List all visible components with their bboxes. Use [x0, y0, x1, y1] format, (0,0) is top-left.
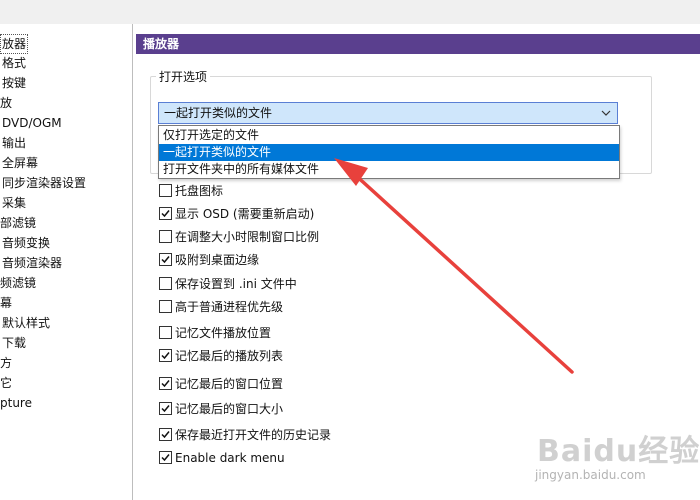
- tree-item-tweaks[interactable]: 方: [0, 354, 12, 372]
- checkbox-label: 保存设置到 .ini 文件中: [175, 277, 297, 291]
- dropdown-option-selected-file[interactable]: 仅打开选定的文件: [159, 127, 619, 144]
- tree-item-keys[interactable]: 按键: [2, 74, 26, 92]
- checkbox-label: 保存最近打开文件的历史记录: [175, 428, 332, 442]
- checkbox-label: 吸附到桌面边缘: [175, 253, 260, 267]
- page-title: 播放器: [136, 34, 700, 54]
- checkbox-box[interactable]: [159, 253, 172, 266]
- tree-item-download[interactable]: 下载: [2, 334, 26, 352]
- tree-item-playback[interactable]: 放: [0, 94, 12, 112]
- checkbox-label: 高于普通进程优先级: [175, 300, 284, 314]
- baidu-watermark: Baidu经验 jingyan.baidu.com: [525, 418, 699, 490]
- open-options-title: 打开选项: [156, 69, 211, 85]
- dropdown-option-folder-media[interactable]: 打开文件夹中的所有媒体文件: [159, 161, 619, 178]
- checkbox-box[interactable]: [159, 377, 172, 390]
- tree-item-audio-renderer[interactable]: 音频渲染器: [2, 254, 62, 272]
- tree-item-sync-renderer[interactable]: 同步渲染器设置: [2, 174, 86, 192]
- settings-tree[interactable]: 放器 格式 按键 放 DVD/OGM 输出 全屏幕 同步渲染器设置 采集 部滤镜…: [0, 24, 133, 500]
- checkmark-icon: [161, 405, 170, 413]
- top-bar: [0, 0, 700, 24]
- tree-item-default-style[interactable]: 默认样式: [2, 314, 50, 332]
- checkbox-box[interactable]: [159, 428, 172, 441]
- checkbox-box[interactable]: [159, 207, 172, 220]
- checkbox-box[interactable]: [159, 300, 172, 313]
- checkmark-icon: [161, 431, 170, 439]
- tree-item-misc[interactable]: 它: [0, 374, 12, 392]
- dropdown-option-similar-files[interactable]: 一起打开类似的文件: [159, 144, 619, 161]
- tree-item-player[interactable]: 放器: [0, 34, 29, 54]
- checkbox-label: 在调整大小时限制窗口比例: [175, 230, 320, 244]
- checkbox-box[interactable]: [159, 349, 172, 362]
- checkbox-box[interactable]: [159, 451, 172, 464]
- tree-item-audio-switcher[interactable]: 音频变换: [2, 234, 50, 252]
- tree-item-capture-ext[interactable]: pture: [0, 394, 32, 412]
- tree-item-capture[interactable]: 采集: [2, 194, 26, 212]
- tree-item-formats[interactable]: 格式: [2, 54, 26, 72]
- checkbox-box[interactable]: [159, 326, 172, 339]
- tree-item-dvd-ogm[interactable]: DVD/OGM: [2, 114, 62, 132]
- checkbox-label: 记忆最后的窗口大小: [175, 402, 284, 416]
- watermark-brand: Baidu经验: [537, 434, 700, 469]
- checkmark-icon: [161, 380, 170, 388]
- tree-item-output[interactable]: 输出: [2, 134, 26, 152]
- tree-item-external-filters[interactable]: 部滤镜: [0, 214, 36, 232]
- chevron-down-icon[interactable]: [600, 106, 612, 120]
- checkbox-box[interactable]: [159, 184, 172, 197]
- tree-item-subtitles[interactable]: 幕: [0, 294, 12, 312]
- watermark-url: jingyan.baidu.com: [535, 468, 646, 482]
- checkbox-box[interactable]: [159, 277, 172, 290]
- checkbox-label: 托盘图标: [175, 184, 224, 198]
- open-mode-combobox[interactable]: 一起打开类似的文件: [158, 102, 618, 124]
- checkbox-label: 记忆最后的窗口位置: [175, 377, 284, 391]
- tree-item-video-filters[interactable]: 频滤镜: [0, 274, 36, 292]
- checkbox-box[interactable]: [159, 230, 172, 243]
- checkmark-icon: [161, 352, 170, 360]
- checkbox-box[interactable]: [159, 402, 172, 415]
- checkbox-label: 记忆最后的播放列表: [175, 349, 284, 363]
- checkmark-icon: [161, 454, 170, 462]
- combo-selected-value: 一起打开类似的文件: [164, 106, 273, 120]
- checkbox-label: 显示 OSD (需要重新启动): [175, 207, 315, 221]
- checkbox-label: 记忆文件播放位置: [175, 326, 272, 340]
- checkmark-icon: [161, 210, 170, 218]
- checkbox-label: Enable dark menu: [175, 451, 285, 465]
- open-mode-dropdown: 仅打开选定的文件 一起打开类似的文件 打开文件夹中的所有媒体文件: [158, 125, 620, 179]
- checkmark-icon: [161, 256, 170, 264]
- tree-item-fullscreen[interactable]: 全屏幕: [2, 154, 38, 172]
